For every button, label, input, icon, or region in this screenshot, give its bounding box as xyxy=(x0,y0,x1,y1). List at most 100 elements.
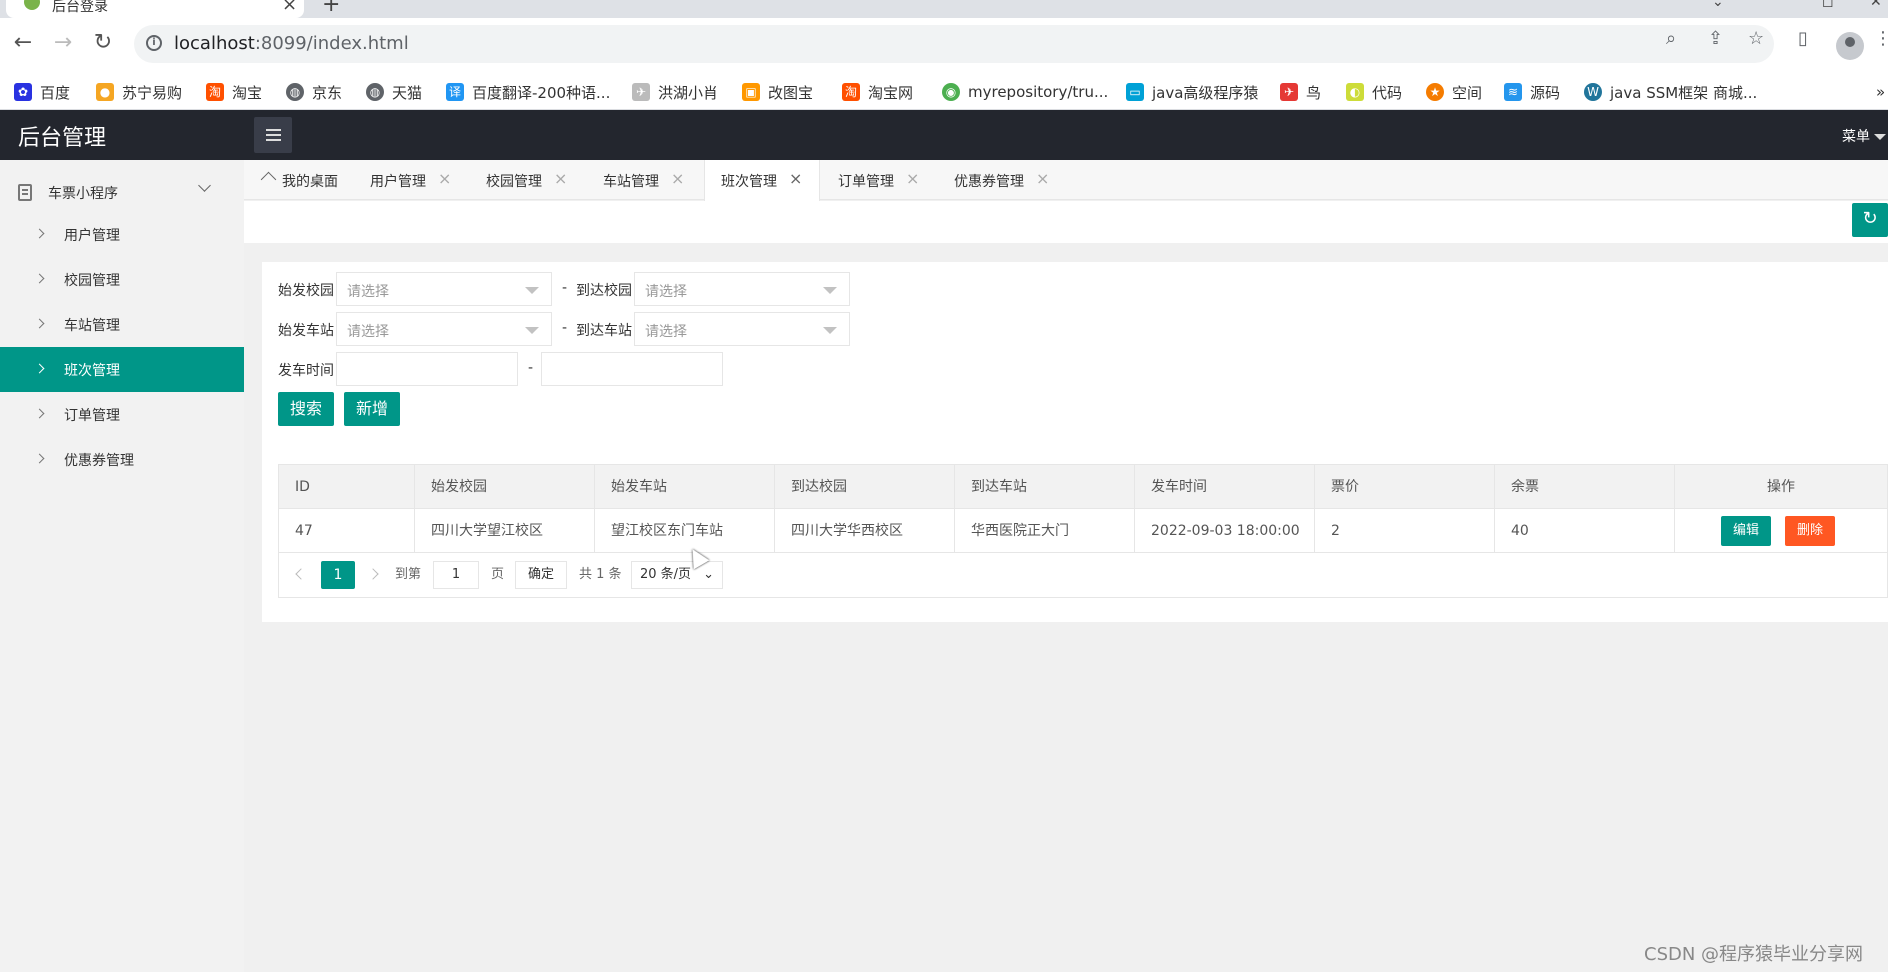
tab-label: 车站管理 xyxy=(603,174,659,190)
bookmarks-overflow-icon[interactable]: » xyxy=(1876,82,1885,102)
next-page-icon[interactable] xyxy=(367,568,379,580)
site-info-icon[interactable]: i xyxy=(146,35,162,51)
bookmark-item[interactable]: ◉ myrepository/tru... xyxy=(942,82,1108,102)
back-icon[interactable]: ← xyxy=(10,30,36,55)
bookmark-item[interactable]: ≋ 源码 xyxy=(1504,82,1560,102)
column-header: 发车时间 xyxy=(1135,465,1315,509)
profile-avatar-icon[interactable] xyxy=(1836,32,1864,60)
cell-id: 47 xyxy=(279,509,415,553)
from-station-select[interactable]: 请选择 xyxy=(336,312,552,346)
from-campus-select[interactable]: 请选择 xyxy=(336,272,552,306)
depart-time-start-input[interactable] xyxy=(336,352,518,386)
edit-button[interactable]: 编辑 xyxy=(1721,516,1771,546)
select-placeholder: 请选择 xyxy=(645,284,687,300)
delete-button[interactable]: 删除 xyxy=(1785,516,1835,546)
address-bar[interactable]: i localhost:8099/index.html xyxy=(134,25,1774,63)
cell-price: 2 xyxy=(1315,509,1495,553)
tab-desktop[interactable]: 我的桌面 xyxy=(244,160,346,200)
chrome-icon: ◉ xyxy=(942,83,960,101)
bookmark-item[interactable]: ✿ 百度 xyxy=(14,82,70,102)
goto-confirm-button[interactable]: 确定 xyxy=(515,561,567,589)
tab-orders[interactable]: 订单管理 × xyxy=(820,160,936,200)
wordpress-icon: W xyxy=(1584,83,1602,101)
pagination: 1 到第 1 页 确定 共 1 条 20 条/页 ⌄ xyxy=(279,553,1887,597)
tab-coupons[interactable]: 优惠券管理 × xyxy=(936,160,1066,200)
select-placeholder: 请选择 xyxy=(645,324,687,340)
sidebar-group-ticket-app[interactable]: 车票小程序 xyxy=(0,172,244,212)
reload-icon[interactable]: ↻ xyxy=(90,30,116,55)
page-size-select[interactable]: 20 条/页 ⌄ xyxy=(631,561,723,589)
bookmark-item[interactable]: ★ 空间 xyxy=(1426,82,1482,102)
close-tab-icon[interactable]: × xyxy=(671,169,684,188)
depart-time-end-input[interactable] xyxy=(541,352,723,386)
search-button[interactable]: 搜索 xyxy=(278,392,334,426)
side-panel-icon[interactable]: ▯ xyxy=(1798,28,1808,49)
tab-schedules[interactable]: 班次管理 × xyxy=(704,160,820,201)
bookmark-item[interactable]: 淘淘宝 xyxy=(206,82,262,102)
header-menu-dropdown[interactable]: 菜单 xyxy=(1842,126,1886,146)
gaitubao-icon: ▣ xyxy=(742,83,760,101)
bookmark-item[interactable]: ✈ 鸟 xyxy=(1280,82,1321,102)
content-toolbar xyxy=(244,201,1888,243)
bookmark-item[interactable]: ◍ 京东 xyxy=(286,82,342,102)
close-tab-icon[interactable]: × xyxy=(906,169,919,188)
sidebar: 车票小程序 用户管理 校园管理 车站管理 班次管理 订单管理 优惠券管理 xyxy=(0,160,244,972)
column-header: 到达校园 xyxy=(775,465,955,509)
taobao-icon: 淘 xyxy=(842,83,860,101)
tab-stations[interactable]: 车站管理 × xyxy=(579,160,695,200)
sidebar-item-schedules[interactable]: 班次管理 xyxy=(0,347,244,392)
close-window-icon[interactable]: ✕ xyxy=(1870,0,1882,10)
tab-users[interactable]: 用户管理 × xyxy=(346,160,462,200)
sidebar-item-users[interactable]: 用户管理 xyxy=(0,212,244,257)
tab-campus[interactable]: 校园管理 × xyxy=(462,160,579,200)
qzone-icon: ★ xyxy=(1426,83,1444,101)
bookmark-item[interactable]: ✈ 洪湖小肖 xyxy=(632,82,718,102)
close-tab-icon[interactable]: × xyxy=(789,169,802,188)
cell-remaining: 40 xyxy=(1495,509,1675,553)
new-tab-icon[interactable]: + xyxy=(322,0,340,17)
forward-icon[interactable]: → xyxy=(50,30,76,55)
bookmark-item[interactable]: 淘淘宝网 xyxy=(842,82,913,102)
bookmark-item[interactable]: 译百度翻译-200种语... xyxy=(446,82,610,102)
select-placeholder: 请选择 xyxy=(347,284,389,300)
sidebar-item-label: 车站管理 xyxy=(64,318,120,334)
hamburger-icon xyxy=(266,129,281,131)
bookmark-item[interactable]: ▭ java高级程序猿 xyxy=(1126,82,1258,102)
browser-menu-icon[interactable]: ⋮ xyxy=(1874,28,1888,49)
bird-icon: ✈ xyxy=(1280,83,1298,101)
add-button[interactable]: 新增 xyxy=(344,392,400,426)
sidebar-item-campus[interactable]: 校园管理 xyxy=(0,257,244,302)
refresh-icon: ↻ xyxy=(1862,208,1878,229)
chevron-right-icon xyxy=(34,408,45,419)
bookmark-item[interactable]: Wjava SSM框架 商城... xyxy=(1584,82,1757,102)
share-icon[interactable]: ⇪ xyxy=(1708,28,1723,49)
goto-page-input[interactable]: 1 xyxy=(433,561,479,589)
chevron-down-icon: ⌄ xyxy=(703,567,714,582)
column-header: 始发车站 xyxy=(595,465,775,509)
restore-window-icon[interactable]: ◻ xyxy=(1822,0,1834,10)
to-station-select[interactable]: 请选择 xyxy=(634,312,850,346)
close-tab-icon[interactable]: × xyxy=(554,169,567,188)
close-tab-icon[interactable]: × xyxy=(282,0,297,15)
browser-tab[interactable]: 后台登录 × xyxy=(6,0,304,18)
header-menu-label: 菜单 xyxy=(1842,129,1870,145)
sidebar-item-coupons[interactable]: 优惠券管理 xyxy=(0,437,244,482)
to-campus-select[interactable]: 请选择 xyxy=(634,272,850,306)
sidebar-item-stations[interactable]: 车站管理 xyxy=(0,302,244,347)
current-page-button[interactable]: 1 xyxy=(321,561,355,589)
close-tab-icon[interactable]: × xyxy=(438,169,451,188)
zoom-icon[interactable]: ⌕ xyxy=(1666,28,1676,49)
caret-down-icon xyxy=(525,287,539,294)
refresh-button[interactable]: ↻ xyxy=(1852,203,1888,237)
bookmark-star-icon[interactable]: ☆ xyxy=(1748,28,1764,49)
bookmark-item[interactable]: ◐ 代码 xyxy=(1346,82,1402,102)
bookmark-item[interactable]: ▣ 改图宝 xyxy=(742,82,813,102)
column-header: 操作 xyxy=(1767,479,1795,495)
close-tab-icon[interactable]: × xyxy=(1036,169,1049,188)
sidebar-item-orders[interactable]: 订单管理 xyxy=(0,392,244,437)
prev-page-icon[interactable] xyxy=(295,568,307,580)
tab-search-icon[interactable]: ⌄ xyxy=(1712,0,1724,10)
bookmark-item[interactable]: ● 苏宁易购 xyxy=(96,82,182,102)
sidebar-toggle-button[interactable] xyxy=(254,117,292,153)
bookmark-item[interactable]: ◍ 天猫 xyxy=(366,82,422,102)
